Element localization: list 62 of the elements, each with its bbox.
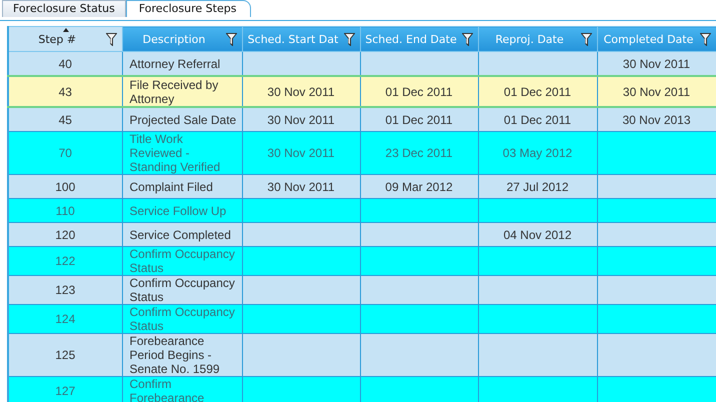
column-header[interactable]: Step # — [8, 26, 122, 52]
table-row[interactable]: 125 Forebearance Period Begins - Senate No. 1599 — [8, 334, 716, 376]
table-row[interactable]: 110 Service Follow Up — [8, 198, 716, 222]
filter-icon[interactable] — [106, 33, 116, 46]
table-row[interactable]: 45 Projected Sale Date 30 Nov 2011 01 Dec 2011 01 Dec 2011 30 Nov 2013 — [8, 107, 716, 132]
table-cell: 30 Nov 2013 — [622, 112, 691, 126]
table-row[interactable]: 124 Confirm Occupancy Status — [8, 304, 716, 334]
table-cell: 127 — [55, 384, 76, 398]
table-cell: Service Follow Up — [130, 204, 226, 218]
table-cell: 01 Dec 2011 — [385, 112, 453, 126]
table-cell: 01 Dec 2011 — [504, 112, 572, 126]
filter-icon[interactable] — [344, 33, 354, 46]
table-row[interactable]: 43 File Received by Attorney 30 Nov 2011 01 Dec 2011 01 Dec 2011 30 Nov 2011 — [8, 76, 716, 107]
table-cell: 123 — [55, 283, 76, 297]
table-cell: 09 Mar 2012 — [385, 180, 453, 194]
table-cell: 40 — [58, 56, 72, 70]
table-cell: 30 Nov 2011 — [267, 180, 335, 194]
table-cell: Confirm Occupancy Status — [130, 276, 235, 304]
table-cell: 30 Nov 2011 — [622, 84, 690, 98]
table-cell: Projected Sale Date — [130, 112, 236, 126]
table-cell: Forebearance Period Begins - Senate No. 1599 — [130, 334, 220, 376]
tab[interactable]: Foreclosure Steps — [126, 0, 252, 17]
filter-icon[interactable] — [580, 33, 592, 46]
table-cell: 01 Dec 2011 — [504, 84, 572, 98]
table-cell: 30 Nov 2011 — [622, 56, 690, 70]
table-cell: 30 Nov 2011 — [267, 84, 335, 98]
table-cell: 04 Nov 2012 — [503, 228, 572, 242]
table-row[interactable]: 123 Confirm Occupancy Status — [8, 276, 716, 304]
table-cell: 27 Jul 2012 — [506, 180, 569, 194]
table-cell: Confirm Occupancy Status — [130, 247, 235, 275]
table-cell: 45 — [58, 112, 72, 126]
filter-icon[interactable] — [700, 33, 710, 46]
table-cell: 30 Nov 2011 — [267, 112, 335, 126]
table-cell: File Received by Attorney — [130, 78, 218, 106]
table-cell: Attorney Referral — [130, 56, 220, 70]
table-cell: 125 — [55, 348, 76, 362]
filter-icon[interactable] — [462, 33, 472, 46]
table-row[interactable]: 127 Confirm Forebearance — [8, 376, 716, 402]
table-cell: Title Work Reviewed - Standing Verified — [130, 132, 220, 174]
table-cell: 70 — [58, 146, 72, 160]
table-cell: 43 — [58, 84, 72, 98]
table-row[interactable]: 122 Confirm Occupancy Status — [8, 246, 716, 276]
table-cell: 03 May 2012 — [502, 146, 572, 160]
table-row[interactable]: 40 Attorney Referral 30 Nov 2011 — [8, 52, 716, 76]
table-cell: Service Completed — [130, 228, 231, 242]
table-cell: 23 Dec 2011 — [385, 146, 453, 160]
table-cell: 100 — [55, 180, 76, 194]
table-cell: Confirm Occupancy Status — [130, 305, 235, 333]
table-cell: 30 Nov 2011 — [267, 146, 335, 160]
table-row[interactable]: 70 Title Work Reviewed - Standing Verified 30 Nov 2011 23 Dec 2011 03 May 2012 — [8, 132, 716, 174]
table-row[interactable]: 120 Service Completed 04 Nov 2012 — [8, 222, 716, 246]
table-cell: 120 — [55, 228, 76, 242]
filter-icon[interactable] — [226, 33, 236, 46]
table-cell: 124 — [55, 312, 76, 326]
table-cell: 01 Dec 2011 — [385, 84, 453, 98]
table-cell: Complaint Filed — [130, 180, 213, 194]
table-cell: 122 — [55, 254, 76, 268]
table-row[interactable]: 100 Complaint Filed 30 Nov 2011 09 Mar 2012 27 Jul 2012 — [8, 174, 716, 198]
tab[interactable]: Foreclosure Status — [2, 0, 126, 17]
sort-arrow-icon — [63, 28, 70, 32]
table-cell: Confirm Forebearance — [130, 377, 204, 402]
table-cell: 110 — [56, 204, 75, 218]
